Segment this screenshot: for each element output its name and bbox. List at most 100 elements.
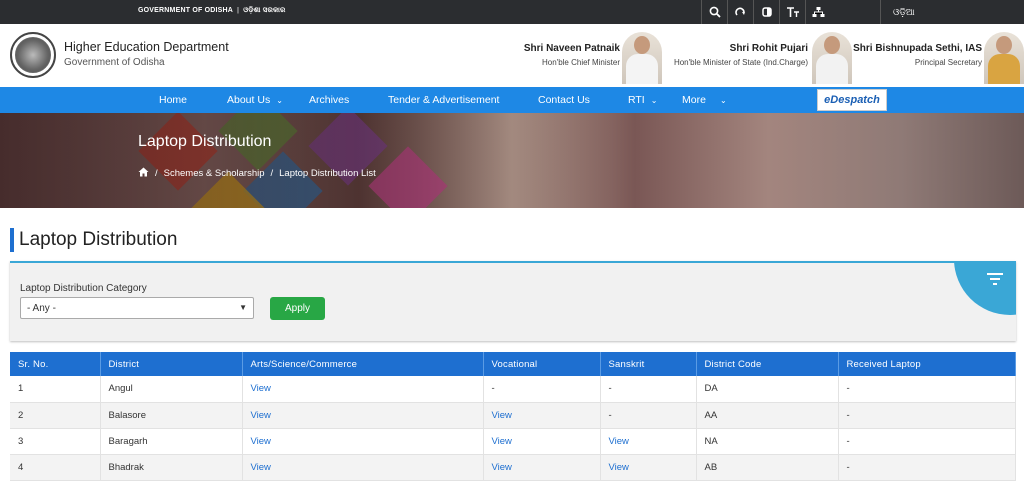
sitemap-icon[interactable] (805, 0, 831, 24)
col-sr-no: Sr. No. (10, 352, 101, 376)
cell-district-code: DA (696, 376, 839, 403)
cell-received-laptop: - (838, 402, 1016, 429)
view-link[interactable]: View (483, 454, 601, 481)
person-role: Principal Secretary (914, 58, 982, 67)
language-toggle[interactable]: ଓଡ଼ିଆ (880, 0, 1024, 24)
search-icon[interactable] (701, 0, 727, 24)
nav-label: About Us (227, 94, 271, 106)
main-content: Laptop Distribution Laptop Distribution … (0, 208, 1024, 487)
filter-panel: Laptop Distribution Category - Any - ▼ A… (10, 261, 1016, 341)
view-link[interactable]: View (242, 376, 484, 403)
top-bar: GOVERNMENT OF ODISHA | ଓଡ଼ିଶା ସରକାର ଓଡ଼ି… (0, 0, 1024, 24)
nav-label: More (682, 94, 706, 106)
select-value: - Any - (27, 302, 56, 314)
col-district: District (100, 352, 243, 376)
dept-subtitle: Government of Odisha (64, 57, 165, 68)
person-name: Shri Naveen Patnaik (523, 43, 620, 54)
page-banner: Laptop Distribution / Schemes & Scholars… (0, 113, 1024, 208)
cell-district-code: AB (696, 454, 839, 481)
cell-received-laptop: - (838, 428, 1016, 455)
cell-received-laptop: - (838, 454, 1016, 481)
home-icon[interactable] (138, 167, 149, 180)
filter-icon[interactable] (986, 272, 1004, 290)
minister-info: Shri Rohit Pujari Hon'ble Minister of St… (674, 43, 808, 67)
minister-photo (812, 32, 852, 84)
chief-minister-photo (622, 32, 662, 84)
col-received-laptop: Received Laptop (838, 352, 1016, 376)
cell-sr-no: 2 (10, 402, 101, 429)
chevron-down-icon: ⌄ (650, 96, 658, 105)
principal-secretary-info: Shri Bishnupada Sethi, IAS Principal Sec… (853, 43, 982, 67)
col-vocational: Vocational (483, 352, 601, 376)
contrast-icon[interactable] (753, 0, 779, 24)
person-name: Shri Bishnupada Sethi, IAS (853, 43, 982, 54)
view-link[interactable]: View (483, 428, 601, 455)
cell-sr-no: 1 (10, 376, 101, 403)
table-row: 3 Baragarh View View View NA - (10, 428, 1016, 455)
breadcrumb-current: Laptop Distribution List (279, 168, 376, 179)
cell-vocational: - (483, 376, 601, 403)
table-row: 2 Balasore View View - AA - (10, 402, 1016, 429)
cell-district: Baragarh (100, 428, 243, 455)
nav-contact-us[interactable]: Contact Us (538, 94, 590, 106)
table-header-row: Sr. No. District Arts/Science/Commerce V… (10, 352, 1016, 376)
nav-home[interactable]: Home (159, 94, 187, 106)
gov-odia-text: ଓଡ଼ିଶା ସରକାର (243, 7, 286, 14)
breadcrumb-schemes[interactable]: Schemes & Scholarship (164, 168, 265, 179)
chevron-down-icon: ⌄ (719, 96, 727, 105)
dept-title: Higher Education Department (64, 40, 229, 54)
table-row: 4 Bhadrak View View View AB - (10, 454, 1016, 481)
laptop-distribution-table: Sr. No. District Arts/Science/Commerce V… (10, 352, 1016, 481)
cell-sr-no: 3 (10, 428, 101, 455)
banner-title: Laptop Distribution (138, 133, 272, 150)
department-name: Higher Education Department Government o… (64, 40, 229, 68)
cell-district: Angul (100, 376, 243, 403)
accessibility-tools (701, 0, 831, 24)
view-link[interactable]: View (242, 402, 484, 429)
person-name: Shri Rohit Pujari (729, 43, 808, 54)
nav-rti[interactable]: RTI ⌄ (628, 94, 657, 106)
nav-more[interactable]: More ⌄ (682, 94, 727, 106)
site-header: Higher Education Department Government o… (0, 24, 1024, 87)
cell-district-code: NA (696, 428, 839, 455)
person-role: Hon'ble Minister of State (Ind.Charge) (673, 58, 808, 67)
nav-label: RTI (628, 94, 645, 106)
cell-sanskrit: - (600, 376, 697, 403)
filter-corner (954, 263, 1016, 315)
category-label: Laptop Distribution Category (20, 283, 147, 294)
apply-button[interactable]: Apply (270, 297, 325, 320)
odisha-emblem-logo[interactable] (10, 32, 56, 78)
principal-secretary-photo (984, 32, 1024, 84)
text-size-icon[interactable] (779, 0, 805, 24)
cell-district: Balasore (100, 402, 243, 429)
main-nav: Home About Us ⌄ Archives Tender & Adverti… (0, 87, 1024, 113)
chevron-down-icon: ⌄ (276, 96, 283, 105)
col-arts-science-commerce: Arts/Science/Commerce (242, 352, 484, 376)
chevron-down-icon: ▼ (239, 303, 247, 312)
chief-minister-info: Shri Naveen Patnaik Hon'ble Chief Minist… (524, 43, 620, 67)
cell-district: Bhadrak (100, 454, 243, 481)
col-sanskrit: Sanskrit (600, 352, 697, 376)
view-link[interactable]: View (242, 428, 484, 455)
col-district-code: District Code (696, 352, 839, 376)
view-link[interactable]: View (483, 402, 601, 429)
gov-text: GOVERNMENT OF ODISHA (138, 7, 234, 14)
cell-sr-no: 4 (10, 454, 101, 481)
cell-received-laptop: - (838, 376, 1016, 403)
cell-sanskrit: - (600, 402, 697, 429)
cell-district-code: AA (696, 402, 839, 429)
nav-about-us[interactable]: About Us ⌄ (227, 94, 283, 106)
edespatch-link[interactable]: eDespatch (817, 89, 887, 111)
breadcrumb: / Schemes & Scholarship / Laptop Distrib… (138, 167, 376, 180)
page-title: Laptop Distribution (10, 228, 177, 252)
view-link[interactable]: View (600, 454, 697, 481)
redo-icon[interactable] (727, 0, 753, 24)
view-link[interactable]: View (242, 454, 484, 481)
nav-archives[interactable]: Archives (309, 94, 349, 106)
government-label: GOVERNMENT OF ODISHA | ଓଡ଼ିଶା ସରକାର (138, 7, 286, 14)
category-select[interactable]: - Any - ▼ (20, 297, 254, 319)
view-link[interactable]: View (600, 428, 697, 455)
table-row: 1 Angul View - - DA - (10, 376, 1016, 403)
person-role: Hon'ble Chief Minister (541, 58, 620, 67)
nav-tender[interactable]: Tender & Advertisement (388, 94, 499, 106)
